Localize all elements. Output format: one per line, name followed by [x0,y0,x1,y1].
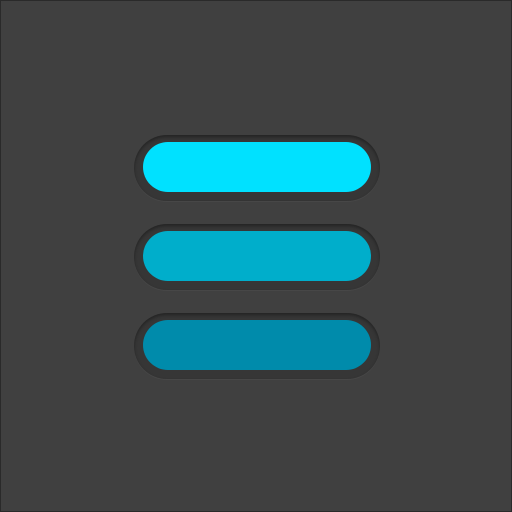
menu-bar-bottom [143,320,371,370]
menu-bar-well-bottom [134,313,380,379]
hamburger-menu-icon[interactable] [1,1,512,512]
menu-bar-well-top [134,135,380,201]
menu-bar-top [143,142,371,192]
icon-canvas [0,0,512,512]
menu-bar-middle [143,231,371,281]
menu-bar-well-middle [134,224,380,290]
